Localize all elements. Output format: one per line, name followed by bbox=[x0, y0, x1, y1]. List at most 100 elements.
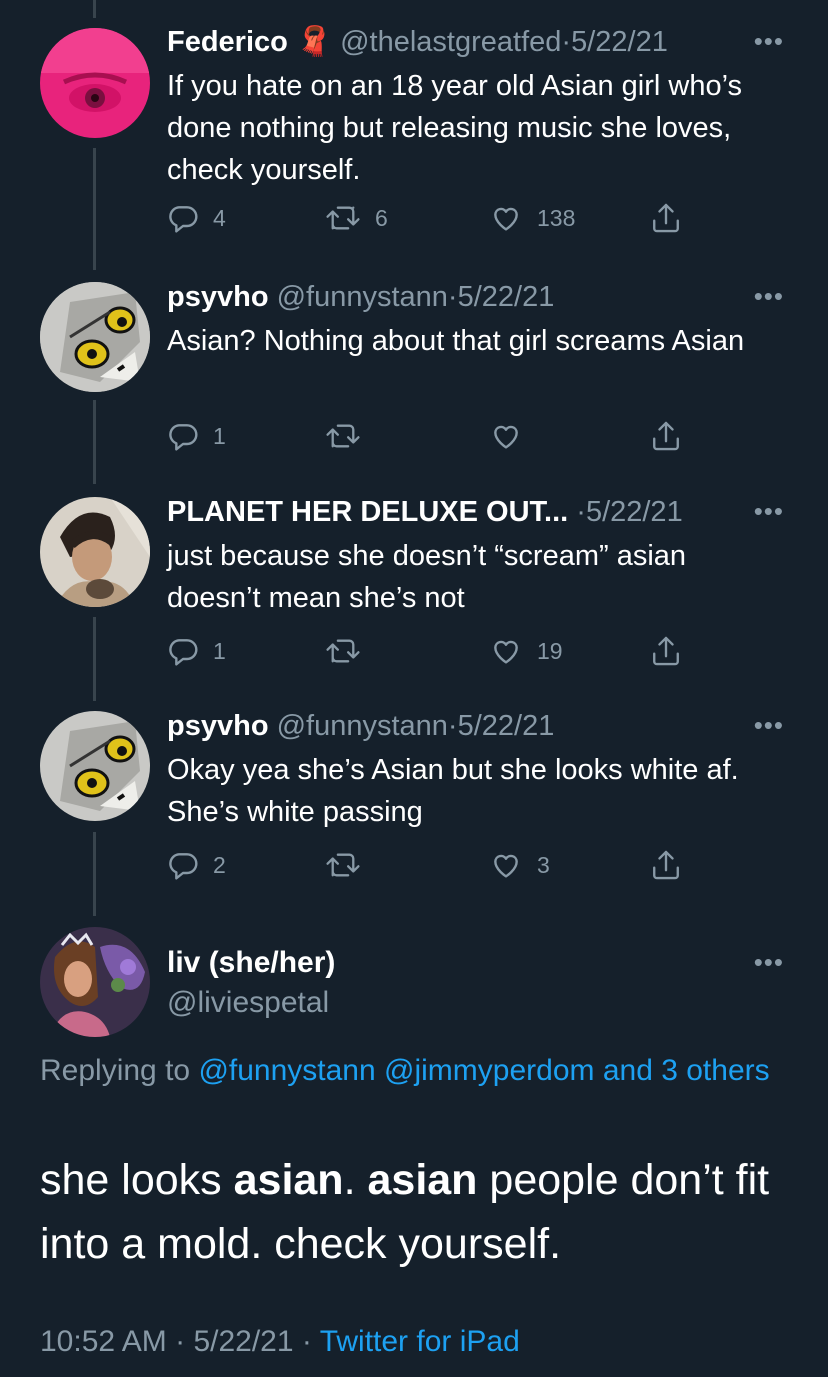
share-icon bbox=[653, 636, 679, 666]
retweet-icon bbox=[326, 853, 360, 877]
display-name[interactable]: liv (she/her) bbox=[167, 943, 335, 983]
display-name[interactable]: psyvho bbox=[167, 281, 269, 313]
display-name[interactable]: Federico bbox=[167, 26, 288, 58]
tweet[interactable]: PLANET HER DELUXE OUT... ·5/22/21 ••• ju… bbox=[0, 494, 828, 684]
like-button[interactable]: 3 bbox=[489, 845, 550, 885]
reply-button[interactable]: 1 bbox=[167, 416, 226, 456]
separator-dot: · bbox=[447, 710, 458, 742]
tweet-actions: 2 3 bbox=[167, 845, 697, 885]
username[interactable]: @funnystann bbox=[277, 281, 448, 313]
mention-link[interactable]: @jimmyperdom bbox=[384, 1054, 594, 1087]
retweet-button[interactable] bbox=[325, 845, 375, 885]
share-button[interactable] bbox=[650, 198, 682, 238]
username[interactable]: @thelastgreatfed bbox=[340, 26, 561, 58]
like-icon bbox=[494, 640, 518, 664]
others-link[interactable]: and 3 others bbox=[603, 1054, 770, 1087]
reply-count: 4 bbox=[213, 204, 226, 231]
separator-dot: · bbox=[447, 281, 458, 313]
retweet-button[interactable] bbox=[325, 631, 375, 671]
tweet-text: just because she doesn’t “scream” asian … bbox=[167, 540, 687, 614]
tweet-date: 5/22/21 bbox=[193, 1325, 294, 1358]
reply-button[interactable]: 4 bbox=[167, 198, 226, 238]
share-icon bbox=[653, 421, 679, 451]
tweet[interactable]: psyvho @funnystann·5/22/21 ••• Okay yea … bbox=[0, 708, 828, 898]
like-button[interactable]: 138 bbox=[489, 198, 575, 238]
scarf-emoji: 🧣 bbox=[295, 26, 333, 58]
tweet-text-part: . bbox=[343, 1156, 368, 1204]
share-button[interactable] bbox=[650, 845, 682, 885]
tweet-text-bold: asian bbox=[367, 1156, 478, 1204]
more-icon[interactable]: ••• bbox=[754, 281, 784, 311]
like-count: 19 bbox=[537, 637, 563, 664]
retweet-count: 6 bbox=[375, 204, 388, 231]
tweet-header: psyvho @funnystann·5/22/21 bbox=[167, 279, 554, 315]
tweet-text: If you hate on an 18 year old Asian girl… bbox=[167, 70, 743, 186]
replying-to: Replying to @funnystann @jimmyperdom and… bbox=[40, 1049, 800, 1093]
avatar[interactable] bbox=[40, 711, 150, 821]
avatar[interactable] bbox=[40, 497, 150, 607]
tweet-text-bold: asian bbox=[233, 1156, 344, 1204]
retweet-icon bbox=[326, 424, 360, 448]
avatar[interactable] bbox=[40, 927, 150, 1037]
share-button[interactable] bbox=[650, 631, 682, 671]
main-tweet-text: she looks asian. asian people don’t fit … bbox=[40, 1148, 800, 1276]
retweet-button[interactable]: 6 bbox=[325, 198, 388, 238]
separator-dot: · bbox=[561, 26, 572, 58]
tweet-actions: 4 6 138 bbox=[167, 198, 697, 238]
avatar[interactable] bbox=[40, 282, 150, 392]
more-icon[interactable]: ••• bbox=[754, 26, 784, 56]
thread-line bbox=[93, 0, 96, 18]
tweet[interactable]: psyvho @funnystann·5/22/21 ••• Asian? No… bbox=[0, 279, 828, 469]
retweet-button[interactable] bbox=[325, 416, 375, 456]
more-icon[interactable]: ••• bbox=[754, 710, 784, 740]
tweet-actions: 1 19 bbox=[167, 631, 697, 671]
like-button[interactable]: 19 bbox=[489, 631, 563, 671]
share-button[interactable] bbox=[650, 416, 682, 456]
tweet-date[interactable]: 5/22/21 bbox=[586, 496, 683, 528]
separator-dot: · bbox=[175, 1325, 186, 1358]
share-icon bbox=[653, 203, 679, 233]
separator-dot: · bbox=[301, 1325, 312, 1358]
reply-icon bbox=[169, 206, 198, 233]
reply-icon bbox=[169, 424, 198, 451]
like-icon bbox=[494, 854, 518, 878]
source-link[interactable]: Twitter for iPad bbox=[320, 1325, 520, 1358]
tweet[interactable]: Federico 🧣 @thelastgreatfed·5/22/21 ••• … bbox=[0, 24, 828, 254]
tweet-header: PLANET HER DELUXE OUT... ·5/22/21 bbox=[167, 494, 683, 530]
share-icon bbox=[653, 850, 679, 880]
reply-count: 2 bbox=[213, 851, 226, 878]
reply-button[interactable]: 1 bbox=[167, 631, 226, 671]
retweet-icon bbox=[326, 639, 360, 663]
tweet-text-part: she looks bbox=[40, 1156, 234, 1204]
display-name[interactable]: psyvho bbox=[167, 710, 269, 742]
tweet-date[interactable]: 5/22/21 bbox=[458, 281, 555, 313]
like-count: 3 bbox=[537, 851, 550, 878]
display-name[interactable]: PLANET HER DELUXE OUT... bbox=[167, 496, 568, 528]
more-icon[interactable]: ••• bbox=[754, 947, 784, 977]
tweet-metadata: 10:52 AM · 5/22/21 · Twitter for iPad bbox=[40, 1322, 520, 1362]
like-icon bbox=[494, 425, 518, 449]
tweet-header: psyvho @funnystann·5/22/21 bbox=[167, 708, 554, 744]
reply-count: 1 bbox=[213, 422, 226, 449]
like-icon bbox=[494, 207, 518, 231]
more-icon[interactable]: ••• bbox=[754, 496, 784, 526]
mention-link[interactable]: @funnystann bbox=[198, 1054, 375, 1087]
username[interactable]: @funnystann bbox=[277, 710, 448, 742]
tweet-header: Federico 🧣 @thelastgreatfed·5/22/21 bbox=[167, 24, 668, 60]
main-tweet-header: liv (she/her) @liviespetal bbox=[167, 943, 335, 1023]
reply-icon bbox=[169, 853, 198, 880]
tweet-actions: 1 bbox=[167, 416, 697, 456]
like-button[interactable] bbox=[489, 416, 537, 456]
username[interactable]: @liviespetal bbox=[167, 983, 335, 1023]
reply-count: 1 bbox=[213, 637, 226, 664]
separator-dot: · bbox=[576, 496, 586, 528]
reply-button[interactable]: 2 bbox=[167, 845, 226, 885]
like-count: 138 bbox=[537, 204, 576, 231]
tweet-text: Asian? Nothing about that girl screams A… bbox=[167, 325, 745, 357]
tweet-date[interactable]: 5/22/21 bbox=[571, 26, 668, 58]
avatar[interactable] bbox=[40, 28, 150, 138]
retweet-icon bbox=[326, 206, 360, 230]
tweet-date[interactable]: 5/22/21 bbox=[458, 710, 555, 742]
tweet-time: 10:52 AM bbox=[40, 1325, 167, 1358]
reply-icon bbox=[169, 639, 198, 666]
